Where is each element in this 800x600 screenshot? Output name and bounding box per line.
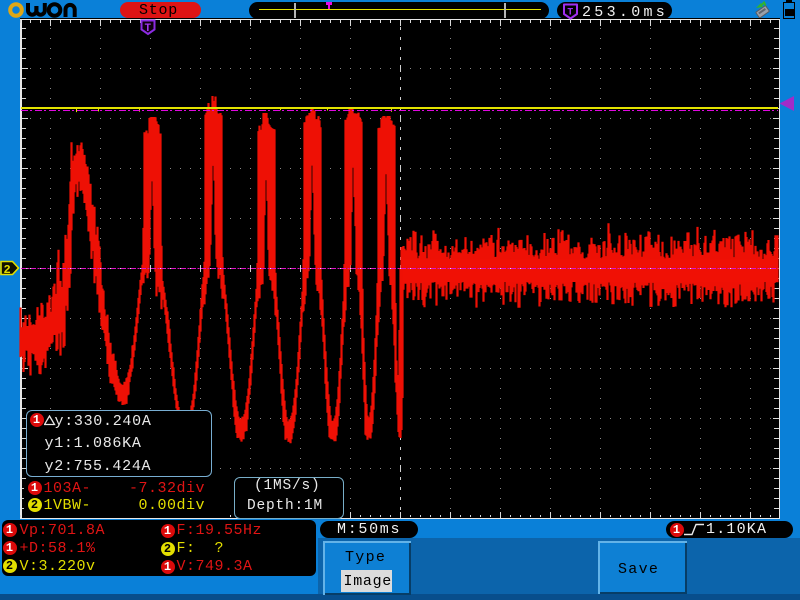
svg-text:T: T (567, 7, 573, 18)
svg-text:2: 2 (4, 263, 11, 277)
svg-text:T: T (145, 23, 152, 35)
